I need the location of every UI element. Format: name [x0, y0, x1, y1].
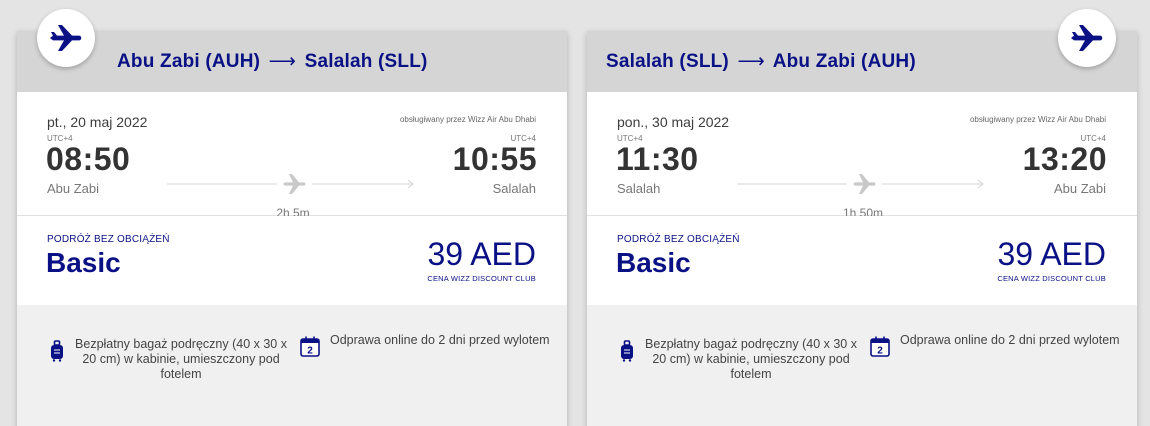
outbound-route-arrow: ⟶ — [268, 51, 297, 72]
outbound-departure-city: Abu Zabi — [47, 181, 100, 196]
outbound-airplane-badge — [37, 9, 95, 67]
return-operator: obsługiwany przez Wizz Air Abu Dhabi — [969, 115, 1106, 124]
return-flight-date: pon., 30 maj 2022 — [617, 114, 730, 130]
airplane-icon — [283, 174, 306, 194]
return-feature-online-checkin: 2 Odprawa online do 2 dni przed wylotem — [870, 333, 1120, 357]
return-departure-city: Salalah — [617, 181, 661, 196]
return-price-note: CENA WIZZ DISCOUNT CLUB — [997, 274, 1106, 283]
return-route-title: Salalah (SLL) ⟶ Abu Zabi (AUH) — [606, 50, 916, 73]
return-fare-type: PODRÓŻ BEZ OBCIĄŻEŃ — [617, 234, 740, 245]
return-flight-details: pon., 30 maj 2022 obsługiwany przez Wizz… — [587, 92, 1137, 220]
return-online-checkin-text: Odprawa online do 2 dni przed wylotem — [900, 333, 1120, 347]
outbound-card-header: Abu Zabi (AUH) ⟶ Salalah (SLL) — [17, 31, 567, 92]
calendar-days: 2 — [877, 346, 883, 357]
return-arrival-time: 13:20 — [1022, 141, 1107, 177]
cabin-bag-icon — [51, 340, 63, 362]
return-route-destination: Abu Zabi (AUH) — [772, 51, 916, 72]
flight-timeline — [167, 174, 414, 194]
outbound-flight-date: pt., 20 maj 2022 — [47, 114, 148, 130]
outbound-fare-price: 39 AED — [427, 236, 536, 272]
return-fare-name: Basic — [616, 247, 691, 278]
outbound-arrival-time: 10:55 — [452, 141, 537, 177]
return-fare-price: 39 AED — [997, 236, 1106, 272]
return-cabin-bag-text: Bezpłatny bagaż podręczny (40 x 30 x 20 … — [645, 337, 857, 381]
return-flight-card: Salalah (SLL) ⟶ Abu Zabi (AUH) pon., 30 … — [587, 31, 1137, 426]
airplane-icon — [853, 174, 876, 194]
return-arrival-city: Abu Zabi — [1053, 181, 1106, 196]
calendar-days: 2 — [307, 346, 313, 357]
calendar-icon: 2 — [300, 336, 320, 357]
calendar-icon: 2 — [870, 336, 890, 357]
outbound-feature-cabin-bag: Bezpłatny bagaż podręczny (40 x 30 x 20 … — [50, 337, 290, 382]
outbound-departure-time: 08:50 — [46, 141, 131, 177]
return-route-origin: Salalah (SLL) — [606, 51, 729, 72]
return-departure-time: 11:30 — [616, 141, 699, 177]
airplane-icon — [50, 25, 82, 51]
return-card-header: Salalah (SLL) ⟶ Abu Zabi (AUH) — [587, 31, 1137, 92]
flight-timeline — [737, 174, 984, 194]
return-airplane-badge — [1058, 9, 1116, 67]
outbound-online-checkin-text: Odprawa online do 2 dni przed wylotem — [330, 333, 550, 347]
outbound-route-origin: Abu Zabi (AUH) — [117, 51, 261, 72]
outbound-route-title: Abu Zabi (AUH) ⟶ Salalah (SLL) — [117, 50, 428, 73]
outbound-operator: obsługiwany przez Wizz Air Abu Dhabi — [399, 115, 536, 124]
outbound-fare-name: Basic — [46, 247, 121, 278]
outbound-route-destination: Salalah (SLL) — [304, 51, 428, 72]
outbound-fare-type: PODRÓŻ BEZ OBCIĄŻEŃ — [47, 234, 170, 245]
outbound-flight-details: pt., 20 maj 2022 obsługiwany przez Wizz … — [17, 92, 567, 220]
outbound-feature-online-checkin: 2 Odprawa online do 2 dni przed wylotem — [300, 333, 550, 357]
return-route-arrow: ⟶ — [737, 51, 765, 72]
outbound-arrival-city: Salalah — [492, 181, 536, 196]
return-feature-cabin-bag: Bezpłatny bagaż podręczny (40 x 30 x 20 … — [620, 337, 860, 382]
outbound-flight-card: Abu Zabi (AUH) ⟶ Salalah (SLL) pt., 20 m… — [17, 31, 567, 426]
cabin-bag-icon — [621, 340, 633, 362]
outbound-price-note: CENA WIZZ DISCOUNT CLUB — [427, 274, 536, 283]
outbound-cabin-bag-text: Bezpłatny bagaż podręczny (40 x 30 x 20 … — [75, 337, 287, 381]
airplane-icon — [1071, 25, 1103, 51]
